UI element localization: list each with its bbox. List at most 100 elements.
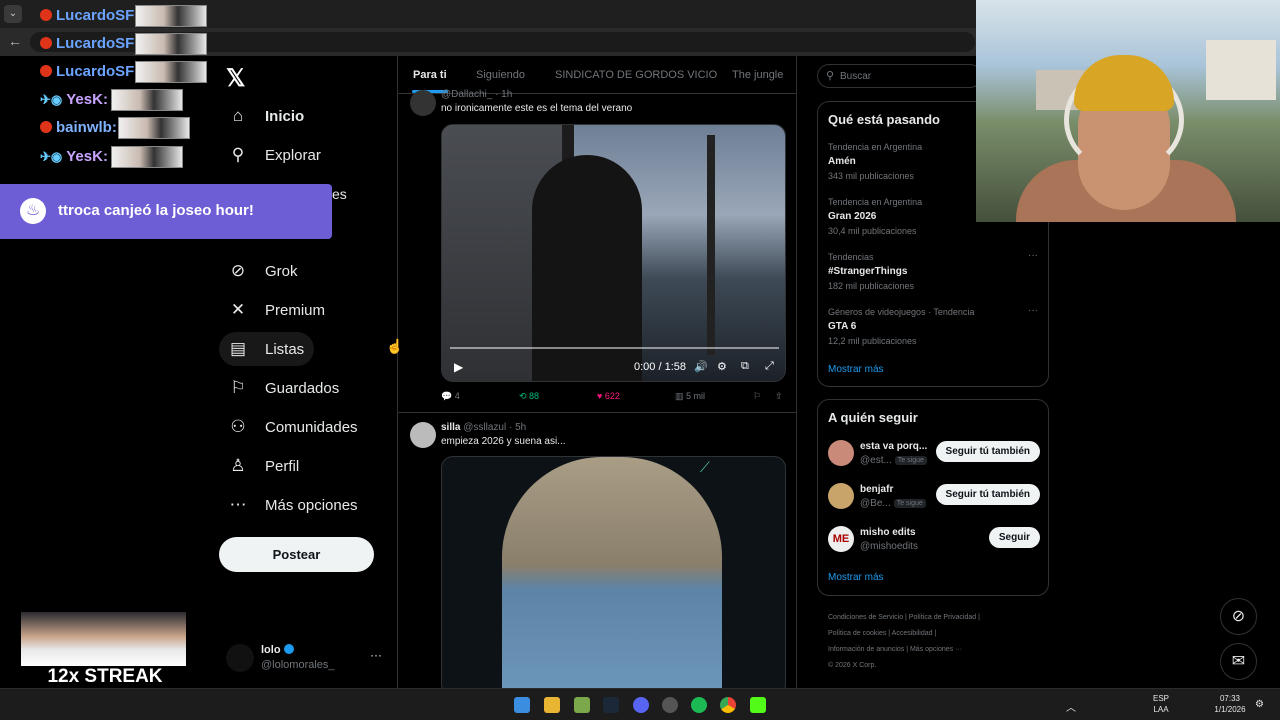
chat-badge-icon bbox=[40, 37, 52, 49]
redeem-text: ttroca canjeó la joseo hour! bbox=[58, 202, 254, 219]
clock-date[interactable]: 1/1/2026 bbox=[1212, 705, 1248, 714]
play-icon[interactable]: ▶ bbox=[454, 360, 463, 374]
trend-item[interactable]: Tendencias #StrangerThings 182 mil publi… bbox=[828, 250, 1038, 302]
nav-item-perfil[interactable]: ♙ Perfil bbox=[219, 449, 309, 483]
file-explorer-icon[interactable] bbox=[544, 697, 560, 713]
show-more-link[interactable]: Mostrar más bbox=[828, 364, 884, 375]
pip-icon[interactable]: ⧉ bbox=[741, 360, 749, 373]
screen: ⌄ ← 𝕏 ⌂ Inicio ⚲ Explorar ⊘ Grok ✕ Premi… bbox=[0, 0, 1280, 720]
avatar bbox=[226, 644, 254, 672]
avatar: ME bbox=[828, 526, 854, 552]
follow-handle: @Be... bbox=[860, 498, 891, 509]
lang-indicator-bottom[interactable]: LAA bbox=[1150, 705, 1172, 714]
streak-image bbox=[21, 612, 186, 666]
nav-label: Explorar bbox=[265, 146, 321, 164]
x-icon: ✕ bbox=[230, 300, 246, 319]
video-player[interactable]: ⟋ bbox=[441, 456, 786, 688]
account-handle: @lolomorales_ bbox=[261, 659, 335, 671]
spotify-icon[interactable] bbox=[691, 697, 707, 713]
avatar[interactable] bbox=[410, 90, 436, 116]
fullscreen-icon[interactable]: ⤢ bbox=[765, 360, 774, 373]
list-icon: ▤ bbox=[229, 339, 247, 358]
footer-line[interactable]: Condiciones de Servicio | Política de Pr… bbox=[828, 610, 1038, 626]
grok-icon[interactable]: ⊘ bbox=[1220, 598, 1257, 635]
chrome-icon[interactable] bbox=[720, 697, 736, 713]
avatar[interactable] bbox=[410, 422, 436, 448]
nav-item-grok[interactable]: ⊘ Grok bbox=[219, 254, 308, 288]
x-logo-icon[interactable]: 𝕏 bbox=[226, 64, 245, 93]
settings-icon[interactable]: ⚙ bbox=[717, 360, 727, 373]
messages-icon[interactable]: ✉ bbox=[1220, 643, 1257, 680]
tray-chevron-icon[interactable]: ︿ bbox=[1066, 699, 1076, 714]
nav-item-mas-opciones[interactable]: ⋯ Más opciones bbox=[219, 488, 368, 522]
notification-icon[interactable]: ⚙ bbox=[1255, 699, 1264, 710]
follow-back-button[interactable]: Seguir tú también bbox=[935, 441, 1040, 462]
nav-label-partial: es bbox=[332, 186, 347, 202]
trend-item[interactable]: Géneros de videojuegos · Tendencia GTA 6… bbox=[828, 305, 1038, 357]
tab-sindicato[interactable]: SINDICATO DE GORDOS VICIO bbox=[555, 69, 717, 81]
follow-suggestion[interactable]: benjafr @Be... Te sigue Seguir tú también bbox=[828, 481, 1040, 515]
video-frame-person bbox=[502, 457, 722, 688]
nav-label: Perfil bbox=[265, 457, 300, 475]
profile-icon: ♙ bbox=[230, 456, 246, 475]
follow-suggestion[interactable]: esta va porq... @est... Te sigue Seguir t… bbox=[828, 438, 1040, 472]
video-controls: ▶ 0:00 / 1:58 🔊 ⚙ ⧉ ⤢ bbox=[442, 355, 785, 381]
video-player[interactable]: ▶ 0:00 / 1:58 🔊 ⚙ ⧉ ⤢ bbox=[441, 124, 786, 382]
nav-item-comunidades[interactable]: ⚇ Comunidades bbox=[219, 410, 368, 444]
reply-action[interactable]: 💬 4 bbox=[441, 391, 460, 402]
account-switcher[interactable]: lolo @lolomorales_ ··· bbox=[226, 640, 386, 676]
like-action[interactable]: ♥ 622 bbox=[597, 391, 620, 401]
video-progress-bar[interactable] bbox=[450, 347, 779, 349]
nav-item-guardados[interactable]: ⚐ Guardados bbox=[219, 371, 349, 405]
clock-time[interactable]: 07:33 bbox=[1212, 694, 1248, 703]
more-icon: ⋯ bbox=[229, 495, 247, 514]
lang-indicator-top[interactable]: ESP bbox=[1150, 694, 1172, 703]
back-arrow-icon[interactable]: ← bbox=[8, 33, 22, 49]
nav-item-premium[interactable]: ✕ Premium bbox=[219, 293, 335, 327]
kick-icon[interactable] bbox=[750, 697, 766, 713]
nav-item-explorar[interactable]: ⚲ Explorar bbox=[219, 138, 331, 172]
bookmark-icon[interactable]: ⚐ bbox=[753, 391, 761, 402]
tab-para-ti[interactable]: Para ti bbox=[413, 69, 447, 81]
search-icon: ⚲ bbox=[231, 145, 245, 164]
nav-label: Grok bbox=[265, 262, 298, 280]
show-more-link[interactable]: Mostrar más bbox=[828, 572, 884, 583]
nav-item-inicio[interactable]: ⌂ Inicio bbox=[219, 99, 314, 133]
chat-message: LucardoSF: bbox=[40, 60, 139, 84]
webcam-person-hat bbox=[1074, 55, 1174, 111]
tweet-author: silla bbox=[441, 422, 461, 433]
follow-suggestion[interactable]: ME misho edits @mishoedits Seguir bbox=[828, 524, 1040, 558]
search-placeholder: Buscar bbox=[840, 71, 872, 82]
tab-the-jungle[interactable]: The jungle bbox=[732, 69, 783, 81]
volume-icon[interactable]: 🔊 bbox=[694, 360, 708, 373]
more-dots-icon[interactable]: ··· bbox=[370, 648, 382, 662]
trend-count: 182 mil publicaciones bbox=[828, 281, 915, 291]
chat-username: LucardoSF: bbox=[56, 63, 140, 80]
views-action[interactable]: ▥ 5 mil bbox=[675, 391, 705, 402]
account-name: lolo bbox=[261, 644, 281, 656]
more-dots-icon[interactable]: ··· bbox=[1028, 305, 1038, 316]
view-count: 5 mil bbox=[686, 391, 706, 401]
follow-button[interactable]: Seguir bbox=[988, 527, 1040, 548]
more-dots-icon[interactable]: ··· bbox=[1028, 250, 1038, 261]
avatar bbox=[828, 483, 854, 509]
minecraft-icon[interactable] bbox=[574, 697, 590, 713]
post-button[interactable]: Postear bbox=[219, 537, 374, 572]
footer-line[interactable]: Información de anuncios | Más opciones ·… bbox=[828, 642, 1038, 658]
steam-icon[interactable] bbox=[603, 697, 619, 713]
retweet-action[interactable]: ⟲ 88 bbox=[519, 391, 539, 402]
obs-icon[interactable] bbox=[662, 697, 678, 713]
nav-item-listas[interactable]: ▤ Listas bbox=[219, 332, 315, 366]
discord-icon[interactable] bbox=[633, 697, 649, 713]
timeline[interactable]: Para ti Siguiendo SINDICATO DE GORDOS VI… bbox=[397, 56, 797, 688]
chat-emote bbox=[135, 33, 207, 55]
windows-start-icon[interactable] bbox=[514, 697, 530, 713]
tab-search-button[interactable]: ⌄ bbox=[4, 5, 22, 23]
follow-back-button[interactable]: Seguir tú también bbox=[935, 484, 1040, 505]
chat-message: ✈◉ YesK: bbox=[40, 145, 108, 169]
chat-badge-icon bbox=[40, 9, 52, 21]
tab-siguiendo[interactable]: Siguiendo bbox=[476, 69, 525, 81]
share-icon[interactable]: ⇧ bbox=[775, 391, 783, 402]
footer-line[interactable]: Política de cookies | Accesibilidad | bbox=[828, 626, 1038, 642]
search-input[interactable]: ⚲ Buscar bbox=[817, 64, 982, 88]
